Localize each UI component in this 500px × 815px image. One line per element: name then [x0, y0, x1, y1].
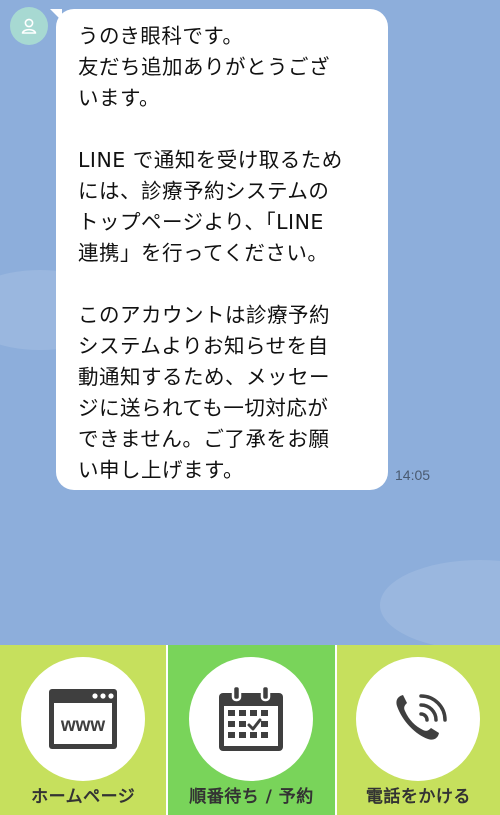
message-timestamp: 14:05 [395, 467, 431, 483]
menu-item-call[interactable]: 電話をかける [336, 645, 500, 815]
calendar-icon [219, 684, 284, 751]
browser-www-icon: www [49, 689, 118, 749]
menu-label-reservation: 順番待ち / 予約 [189, 787, 314, 807]
svg-text:www: www [60, 715, 106, 736]
menu-label-homepage: ホームページ [31, 787, 136, 807]
message-bubble: うのき眼科です。 友だち追加ありがとうござ います。 LINE で通知を受け取る… [56, 9, 388, 490]
phone-icon [396, 694, 448, 740]
background-cloud [380, 560, 500, 645]
menu-icon-circle [356, 657, 481, 781]
menu-item-homepage[interactable]: www ホームページ [0, 645, 167, 815]
menu-icon-circle [189, 657, 314, 781]
menu-item-reservation[interactable]: 順番待ち / 予約 [168, 645, 335, 815]
rich-menu: www ホームページ 順番待ち / 予約 電話をかける [0, 645, 500, 815]
person-icon [21, 18, 37, 34]
avatar[interactable] [10, 7, 48, 45]
chat-area: うのき眼科です。 友だち追加ありがとうござ います。 LINE で通知を受け取る… [0, 0, 500, 645]
menu-icon-circle: www [21, 657, 146, 781]
menu-label-call: 電話をかける [365, 787, 471, 807]
